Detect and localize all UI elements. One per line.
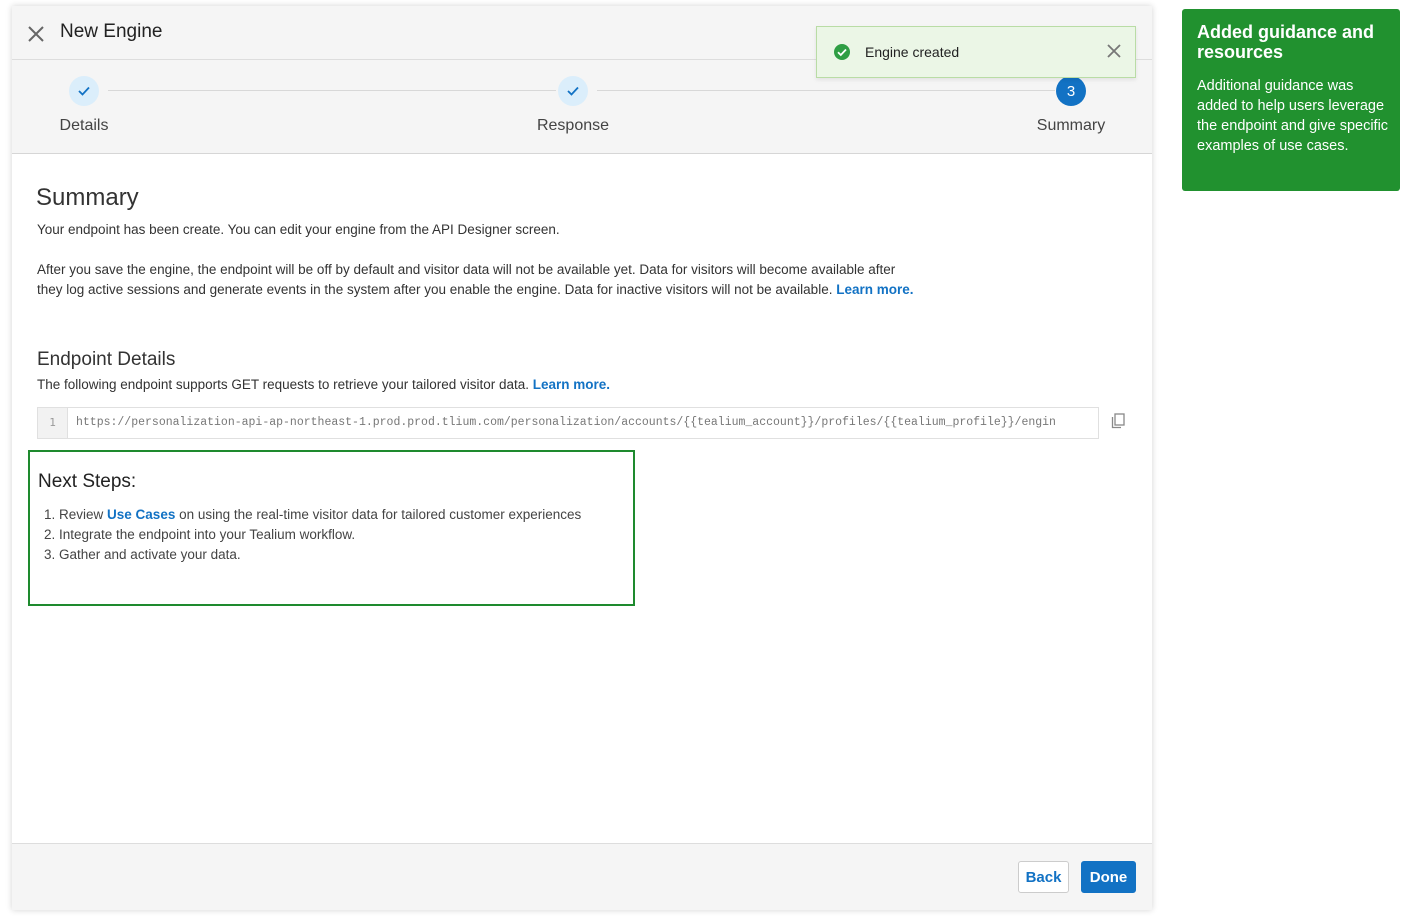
step-summary-number: 3	[1056, 76, 1086, 106]
step-connector	[597, 90, 1055, 91]
summary-heading: Summary	[36, 184, 139, 211]
annotation-callout: Added guidance and resources Additional …	[1182, 9, 1400, 191]
step-details-check-icon	[69, 76, 99, 106]
copy-icon[interactable]	[1111, 413, 1125, 429]
learn-more-link[interactable]: Learn more.	[836, 282, 913, 297]
success-toast: Engine created	[816, 26, 1136, 78]
list-item: 2. Integrate the endpoint into your Teal…	[44, 527, 356, 542]
use-cases-link[interactable]: Use Cases	[107, 507, 175, 522]
next-steps-heading: Next Steps:	[38, 471, 137, 492]
line-number: 1	[38, 408, 68, 438]
summary-intro: Your endpoint has been create. You can e…	[37, 222, 560, 237]
toast-close-icon[interactable]	[1105, 42, 1123, 60]
summary-details-line2: they log active sessions and generate ev…	[37, 282, 833, 297]
list-item-text: on using the real-time visitor data for …	[175, 507, 582, 522]
modal-footer: Back Done	[12, 843, 1152, 910]
check-circle-icon	[834, 44, 850, 60]
annotation-title: Added guidance and resources	[1197, 22, 1375, 62]
new-engine-modal: New Engine Details Response 3 Summary Su…	[12, 6, 1152, 910]
summary-details: After you save the engine, the endpoint …	[37, 260, 937, 300]
step-connector	[108, 90, 556, 91]
annotation-body: Additional guidance was added to help us…	[1197, 78, 1389, 154]
summary-details-line1: After you save the engine, the endpoint …	[37, 262, 896, 277]
modal-title: New Engine	[60, 21, 163, 42]
done-button[interactable]: Done	[1081, 861, 1136, 893]
endpoint-url-code[interactable]: 1 https://personalization-api-ap-northea…	[37, 407, 1099, 439]
toast-message: Engine created	[865, 44, 960, 60]
back-button[interactable]: Back	[1018, 861, 1069, 893]
close-icon[interactable]	[26, 24, 46, 44]
next-steps-panel: Next Steps: 1. Review Use Cases on using…	[28, 450, 635, 606]
list-item: 3. Gather and activate your data.	[44, 547, 241, 562]
list-item-text: 1. Review	[44, 507, 108, 522]
endpoint-description-text: The following endpoint supports GET requ…	[37, 377, 530, 392]
step-label-details: Details	[59, 117, 109, 134]
endpoint-description: The following endpoint supports GET requ…	[37, 375, 937, 395]
endpoint-url[interactable]: https://personalization-api-ap-northeast…	[76, 408, 1056, 438]
step-label-summary: Summary	[1036, 117, 1106, 134]
next-steps-list: 1. Review Use Cases on using the real-ti…	[44, 505, 581, 565]
step-label-response: Response	[536, 117, 610, 134]
endpoint-details-heading: Endpoint Details	[37, 349, 176, 370]
endpoint-learn-more-link[interactable]: Learn more.	[533, 377, 610, 392]
list-item: 1. Review Use Cases on using the real-ti…	[44, 505, 581, 525]
step-response-check-icon	[558, 76, 588, 106]
